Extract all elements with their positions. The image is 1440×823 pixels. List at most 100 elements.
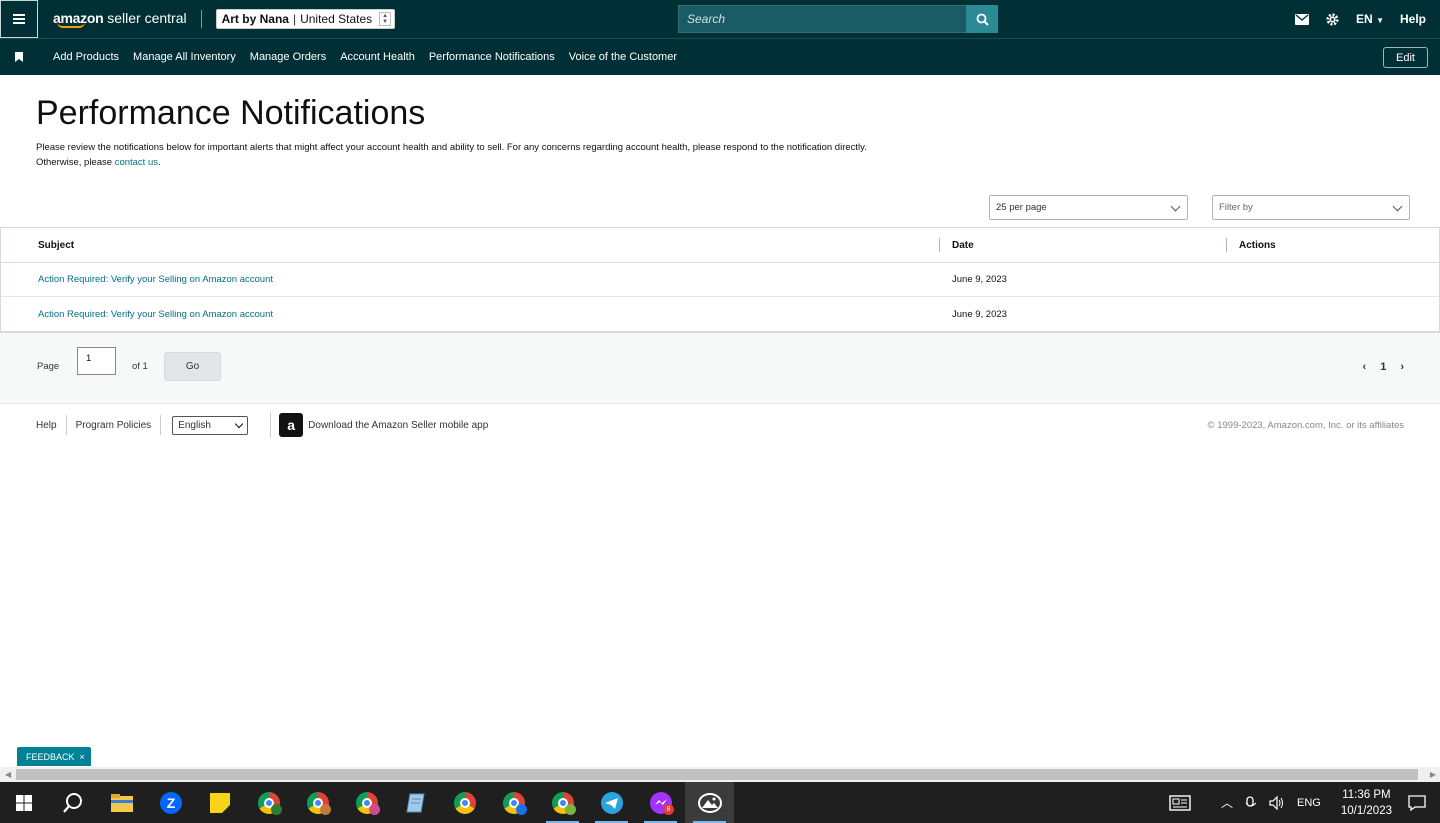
pagination-bar: Page 1 of 1 Go ‹ 1 › <box>0 332 1440 404</box>
language-code: EN <box>1356 12 1373 26</box>
horizontal-scrollbar[interactable]: ◀ ▶ <box>0 767 1440 782</box>
page-number-input[interactable]: 1 <box>77 347 116 375</box>
column-divider <box>1226 238 1227 252</box>
scroll-right-icon[interactable]: ▶ <box>1430 770 1436 779</box>
per-page-select[interactable]: 25 per page <box>989 195 1188 220</box>
scroll-left-icon[interactable]: ◀ <box>5 770 11 779</box>
file-explorer-icon[interactable] <box>97 782 146 823</box>
go-button[interactable]: Go <box>164 352 221 381</box>
clock[interactable]: 11:36 PM 10/1/2023 <box>1341 787 1392 819</box>
feedback-tab[interactable]: FEEDBACK × <box>17 747 91 766</box>
messenger-badge: 8 <box>663 804 674 815</box>
notifications-table: Subject Date Actions Action Required: Ve… <box>0 227 1440 332</box>
language-menu[interactable]: EN ▼ <box>1356 12 1384 26</box>
notepad-icon[interactable] <box>391 782 440 823</box>
app-download-text: Download the Amazon Seller mobile app <box>308 419 489 431</box>
photos-icon[interactable] <box>685 782 734 823</box>
nav-performance-notifications[interactable]: Performance Notifications <box>429 51 555 63</box>
nav-account-health[interactable]: Account Health <box>340 51 415 63</box>
chevron-down-icon <box>1170 201 1181 212</box>
news-widget-icon[interactable] <box>1169 794 1191 811</box>
intro-line2: Otherwise, please <box>36 157 115 168</box>
footer-language-value: English <box>178 419 211 431</box>
current-page[interactable]: 1 <box>1380 361 1386 373</box>
prev-page-icon[interactable]: ‹ <box>1363 361 1367 373</box>
search-button[interactable] <box>966 5 998 33</box>
search-input[interactable]: Search <box>678 5 966 33</box>
account-name: Art by Nana <box>221 12 289 26</box>
footer-help-link[interactable]: Help <box>0 415 67 435</box>
page-label: Page <box>37 361 60 372</box>
windows-taskbar: Z 8 ︿ ENG 11:36 PM 10/1/2023 <box>0 782 1440 823</box>
profile-badge-icon <box>516 804 527 815</box>
filter-placeholder: Filter by <box>1219 202 1253 213</box>
copyright: © 1999-2023, Amazon.com, Inc. or its aff… <box>1207 419 1404 431</box>
chrome-profile-icon[interactable] <box>342 782 391 823</box>
notification-subject-link[interactable]: Action Required: Verify your Selling on … <box>38 274 273 285</box>
bookmark-icon[interactable] <box>0 52 38 62</box>
chevron-down-icon <box>1392 201 1403 212</box>
top-bar: amazon seller central Art by Nana | Unit… <box>0 0 1440 38</box>
chrome-profile-icon[interactable] <box>244 782 293 823</box>
amazon-seller-app-icon: a <box>279 413 304 437</box>
table-header: Subject Date Actions <box>1 228 1439 263</box>
profile-badge-icon <box>369 804 380 815</box>
windows-start-icon[interactable] <box>0 782 48 823</box>
notification-subject-link[interactable]: Action Required: Verify your Selling on … <box>38 309 273 320</box>
search-icon[interactable] <box>48 782 97 823</box>
profile-badge-icon <box>320 804 331 815</box>
system-tray: ︿ ENG 11:36 PM 10/1/2023 <box>1169 782 1440 823</box>
tray-chevron-up-icon[interactable]: ︿ <box>1221 794 1233 811</box>
chrome-profile-icon[interactable] <box>293 782 342 823</box>
next-page-icon[interactable]: › <box>1400 361 1404 373</box>
header-subject[interactable]: Subject <box>38 240 74 251</box>
search-bar: Search <box>678 5 998 33</box>
nav-manage-inventory[interactable]: Manage All Inventory <box>133 51 236 63</box>
volume-icon[interactable] <box>1269 795 1285 810</box>
header-date[interactable]: Date <box>952 240 974 251</box>
footer-program-policies-link[interactable]: Program Policies <box>67 415 162 435</box>
svg-text:Z: Z <box>166 795 175 811</box>
chrome-profile-icon[interactable] <box>538 782 587 823</box>
notification-center-icon[interactable] <box>1408 794 1426 811</box>
clock-time: 11:36 PM <box>1342 788 1391 801</box>
footer: Help Program Policies English a Download… <box>0 405 1440 445</box>
account-selector[interactable]: Art by Nana | United States ▲ ▼ <box>215 9 396 29</box>
settings-gear-icon[interactable] <box>1325 12 1340 27</box>
mail-icon[interactable] <box>1295 13 1310 25</box>
footer-language-select[interactable]: English <box>172 415 249 435</box>
chrome-icon[interactable] <box>440 782 489 823</box>
logo-sub: seller central <box>107 9 187 26</box>
top-right-actions: EN ▼ Help <box>1295 0 1426 38</box>
seller-central-logo[interactable]: amazon seller central <box>53 11 187 28</box>
account-region: United States <box>300 12 373 26</box>
divider <box>200 10 202 28</box>
filter-select[interactable]: Filter by <box>1212 195 1410 220</box>
chevron-down-icon <box>234 419 244 428</box>
close-icon[interactable]: × <box>80 752 85 762</box>
table-row: Action Required: Verify your Selling on … <box>1 263 1439 297</box>
hamburger-menu-icon[interactable] <box>0 0 38 38</box>
help-link[interactable]: Help <box>1400 12 1426 26</box>
page-navigation: ‹ 1 › <box>1363 361 1404 373</box>
scrollbar-thumb[interactable] <box>16 769 1418 780</box>
nav-manage-orders[interactable]: Manage Orders <box>250 51 326 63</box>
input-language-indicator[interactable]: ENG <box>1297 797 1321 809</box>
telegram-icon[interactable] <box>587 782 636 823</box>
nav-voice-of-customer[interactable]: Voice of the Customer <box>569 51 677 63</box>
notification-date: June 9, 2023 <box>952 274 1007 285</box>
profile-badge-icon <box>271 804 282 815</box>
contact-us-link[interactable]: contact us <box>115 157 158 168</box>
edit-nav-button[interactable]: Edit <box>1383 47 1428 68</box>
header-actions: Actions <box>1239 239 1276 251</box>
messenger-icon[interactable]: 8 <box>636 782 685 823</box>
nav-add-products[interactable]: Add Products <box>53 51 119 63</box>
sticky-notes-icon[interactable] <box>195 782 244 823</box>
zalo-icon[interactable]: Z <box>146 782 195 823</box>
chrome-profile-icon[interactable] <box>489 782 538 823</box>
mobile-app-download[interactable]: a Download the Amazon Seller mobile app <box>270 412 488 438</box>
account-separator: | <box>292 12 297 26</box>
intro-text: Please review the notifications below fo… <box>36 140 996 170</box>
search-icon <box>976 13 989 26</box>
meet-now-icon[interactable] <box>1245 795 1257 810</box>
